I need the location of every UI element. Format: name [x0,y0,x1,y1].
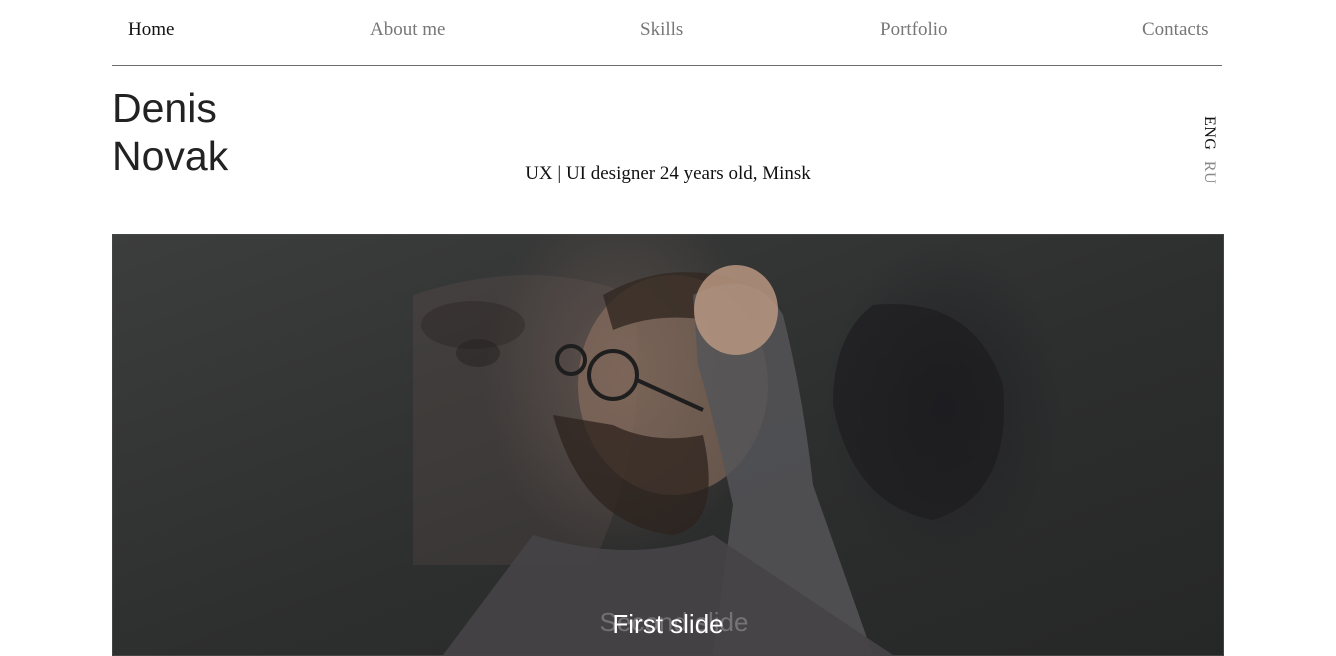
nav-home-link[interactable]: Home [128,19,174,41]
language-switcher: ENG RU [1194,116,1218,184]
tagline: UX | UI designer 24 years old, Minsk [525,163,811,184]
nav-skills-link[interactable]: Skills [640,19,683,41]
lang-eng-option[interactable]: ENG [1201,116,1218,150]
first-name: Denis [112,85,217,131]
lang-ru-option[interactable]: RU [1201,161,1218,184]
slide-photo [413,265,1005,655]
slide-caption: First slide [612,609,724,639]
nav-about-link[interactable]: About me [370,19,445,41]
main-nav: Home About me Skills Portfolio Contacts [112,0,1222,66]
nav-contacts-link[interactable]: Contacts [1142,19,1209,41]
nav-portfolio-link[interactable]: Portfolio [880,19,948,41]
hero-carousel[interactable]: Second slide First slide [112,234,1224,656]
